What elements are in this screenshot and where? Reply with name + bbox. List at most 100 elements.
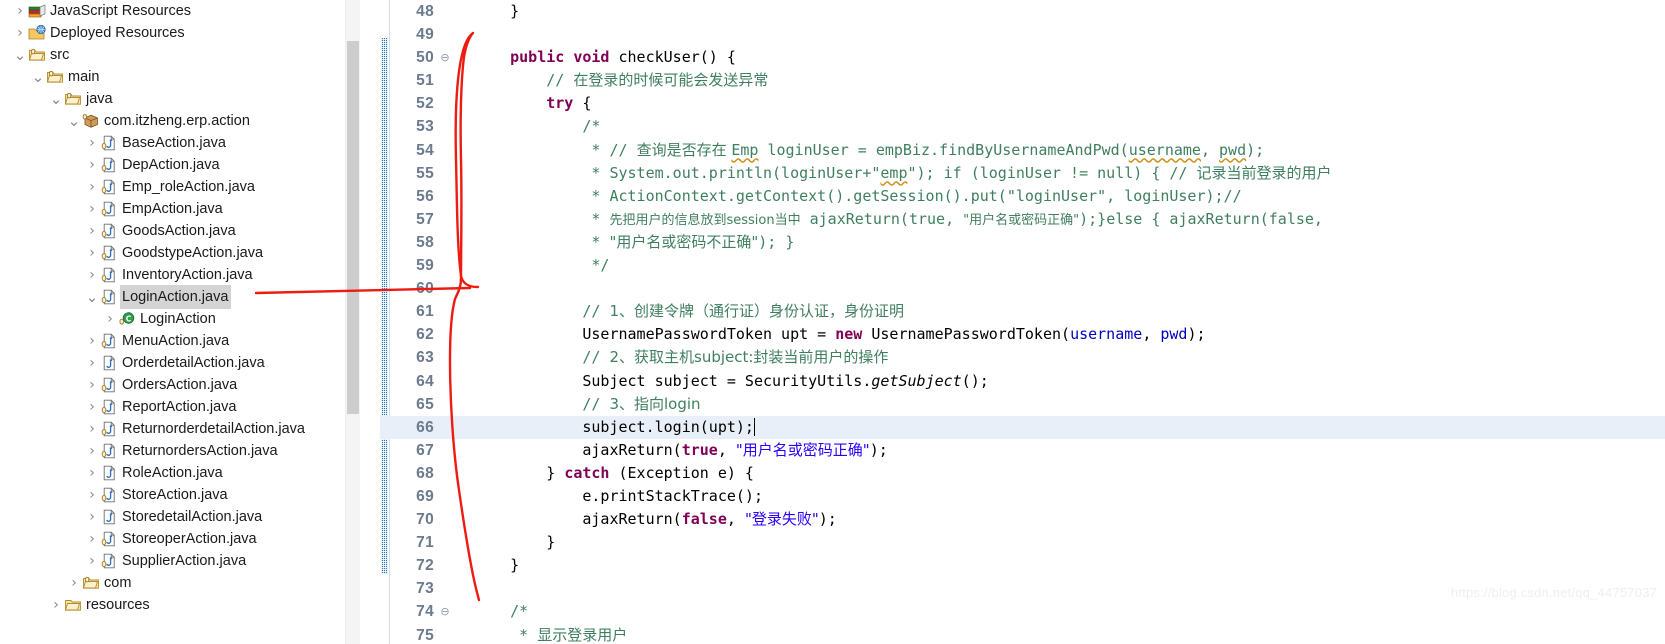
- chevron-down-icon[interactable]: ⌄: [30, 69, 46, 85]
- tree-item-inventoryaction-java[interactable]: › InventoryAction.java: [0, 264, 360, 286]
- chevron-down-icon[interactable]: ⌄: [12, 47, 28, 63]
- chevron-right-icon[interactable]: ›: [102, 308, 118, 330]
- tree-item-returnorderdetailaction-java[interactable]: › ReturnorderdetailAction.java: [0, 418, 360, 440]
- code-line[interactable]: 53 /*: [380, 115, 1665, 138]
- chevron-down-icon[interactable]: ⌄: [66, 113, 82, 129]
- code-line[interactable]: 75 * 显示登录用户: [380, 624, 1665, 644]
- chevron-right-icon[interactable]: ›: [84, 418, 100, 440]
- tree-item-com[interactable]: › com: [0, 572, 360, 594]
- chevron-right-icon[interactable]: ›: [84, 352, 100, 374]
- chevron-right-icon[interactable]: ›: [84, 132, 100, 154]
- code-line[interactable]: 61 // 1、创建令牌（通行证）身份认证，身份证明: [380, 300, 1665, 323]
- code-line[interactable]: 51 // 在登录的时候可能会发送异常: [380, 69, 1665, 92]
- tree-item-returnordersaction-java[interactable]: › ReturnordersAction.java: [0, 440, 360, 462]
- chevron-right-icon[interactable]: ›: [84, 506, 100, 528]
- tree-item-resources[interactable]: › resources: [0, 594, 360, 616]
- code-line[interactable]: 68 } catch (Exception e) {: [380, 462, 1665, 485]
- tree-item-java[interactable]: ⌄ java: [0, 88, 360, 110]
- tree-item-javascript-resources[interactable]: › JavaScript Resources: [0, 0, 360, 22]
- code-line[interactable]: 50 ⊖ public void checkUser() {: [380, 46, 1665, 69]
- chevron-right-icon[interactable]: ›: [84, 264, 100, 286]
- chevron-right-icon[interactable]: ›: [84, 242, 100, 264]
- code-line[interactable]: 49: [380, 23, 1665, 46]
- tree-item-empaction-java[interactable]: › EmpAction.java: [0, 198, 360, 220]
- tree-item-goodstypeaction-java[interactable]: › GoodstypeAction.java: [0, 242, 360, 264]
- code-line[interactable]: 71 }: [380, 531, 1665, 554]
- tree-item-src[interactable]: ⌄ src: [0, 44, 360, 66]
- tree-item-label: SupplierAction.java: [122, 553, 247, 569]
- chevron-right-icon[interactable]: ›: [84, 484, 100, 506]
- package-explorer-tree[interactable]: › JavaScript Resources › Deployed Resources…: [0, 0, 360, 644]
- code-line[interactable]: 64 Subject subject = SecurityUtils.getSu…: [380, 370, 1665, 393]
- tree-item-ordersaction-java[interactable]: › OrdersAction.java: [0, 374, 360, 396]
- code-line[interactable]: 65 // 3、指向login: [380, 393, 1665, 416]
- chevron-right-icon[interactable]: ›: [84, 528, 100, 550]
- code-line[interactable]: 56 * ActionContext.getContext().getSessi…: [380, 185, 1665, 208]
- java-file-plain-icon: [100, 508, 118, 526]
- line-number: 74: [416, 603, 434, 621]
- code-line[interactable]: 70 ajaxReturn(false, "登录失败");: [380, 508, 1665, 531]
- tree-item-loginaction[interactable]: › C LoginAction: [0, 308, 360, 330]
- code-line[interactable]: 60: [380, 277, 1665, 300]
- package-explorer-scrollbar-thumb[interactable]: [347, 41, 359, 414]
- code-line[interactable]: 74 ⊖ /*: [380, 600, 1665, 623]
- code-line[interactable]: 72 }: [380, 554, 1665, 577]
- code-line[interactable]: 59 */: [380, 254, 1665, 277]
- tree-item-reportaction-java[interactable]: › ReportAction.java: [0, 396, 360, 418]
- java-file-icon: [100, 288, 118, 306]
- code-line[interactable]: 48 }: [380, 0, 1665, 23]
- code-line[interactable]: 54 * // 查询是否存在 Emp loginUser = empBiz.fi…: [380, 139, 1665, 162]
- chevron-right-icon[interactable]: ›: [84, 330, 100, 352]
- chevron-right-icon[interactable]: ›: [12, 22, 28, 44]
- line-number: 70: [416, 511, 434, 529]
- tree-item-roleaction-java[interactable]: › RoleAction.java: [0, 462, 360, 484]
- line-number: 69: [416, 487, 434, 505]
- tree-item-storeoperaction-java[interactable]: › StoreoperAction.java: [0, 528, 360, 550]
- tree-item-storeaction-java[interactable]: › StoreAction.java: [0, 484, 360, 506]
- package-explorer-scrollbar[interactable]: [345, 0, 360, 644]
- code-line[interactable]: 55 * System.out.println(loginUser+"emp")…: [380, 162, 1665, 185]
- package-explorer-list[interactable]: › JavaScript Resources › Deployed Resources…: [0, 0, 360, 616]
- source-folder-icon: [46, 68, 64, 86]
- tree-item-menuaction-java[interactable]: › MenuAction.java: [0, 330, 360, 352]
- tree-item-goodsaction-java[interactable]: › GoodsAction.java: [0, 220, 360, 242]
- code-line[interactable]: 63 // 2、获取主机subject:封装当前用户的操作: [380, 346, 1665, 369]
- chevron-right-icon[interactable]: ›: [84, 440, 100, 462]
- chevron-down-icon[interactable]: ⌄: [84, 289, 100, 305]
- tree-item-orderdetailaction-java[interactable]: › OrderdetailAction.java: [0, 352, 360, 374]
- code-line[interactable]: 67 ajaxReturn(true, "用户名或密码正确");: [380, 439, 1665, 462]
- tree-item-emp-roleaction-java[interactable]: › Emp_roleAction.java: [0, 176, 360, 198]
- tree-item-supplieraction-java[interactable]: › SupplierAction.java: [0, 550, 360, 572]
- tree-item-depaction-java[interactable]: › DepAction.java: [0, 154, 360, 176]
- code-fold-icon[interactable]: ⊖: [438, 600, 452, 623]
- chevron-right-icon[interactable]: ›: [84, 198, 100, 220]
- chevron-right-icon[interactable]: ›: [84, 462, 100, 484]
- chevron-right-icon[interactable]: ›: [84, 550, 100, 572]
- tree-item-label: ReportAction.java: [122, 399, 237, 415]
- code-fold-icon[interactable]: ⊖: [438, 46, 452, 69]
- tree-item-main[interactable]: ⌄ main: [0, 66, 360, 88]
- code-line[interactable]: 69 e.printStackTrace();: [380, 485, 1665, 508]
- chevron-right-icon[interactable]: ›: [84, 220, 100, 242]
- line-number: 71: [416, 534, 434, 552]
- code-line[interactable]: 57 * 先把用户的信息放到session当中 ajaxReturn(true,…: [380, 208, 1665, 231]
- editor-code-area[interactable]: 48 } 49 50 ⊖ public void checkUser() {51 //…: [380, 0, 1665, 644]
- code-line[interactable]: 66 subject.login(upt);: [380, 415, 1665, 439]
- tree-item-deployed-resources[interactable]: › Deployed Resources: [0, 22, 360, 44]
- chevron-down-icon[interactable]: ⌄: [48, 91, 64, 107]
- tree-item-baseaction-java[interactable]: › BaseAction.java: [0, 132, 360, 154]
- tree-item-storedetailaction-java[interactable]: › StoredetailAction.java: [0, 506, 360, 528]
- chevron-right-icon[interactable]: ›: [84, 154, 100, 176]
- java-code-editor[interactable]: 48 } 49 50 ⊖ public void checkUser() {51 //…: [380, 0, 1665, 644]
- chevron-right-icon[interactable]: ›: [12, 0, 28, 22]
- code-line[interactable]: 58 * "用户名或密码不正确"); }: [380, 231, 1665, 254]
- chevron-right-icon[interactable]: ›: [66, 572, 82, 594]
- chevron-right-icon[interactable]: ›: [84, 176, 100, 198]
- chevron-right-icon[interactable]: ›: [84, 374, 100, 396]
- code-line[interactable]: 62 UsernamePasswordToken upt = new Usern…: [380, 323, 1665, 346]
- chevron-right-icon[interactable]: ›: [84, 396, 100, 418]
- tree-item-com-itzheng-erp-action[interactable]: ⌄ com.itzheng.erp.action: [0, 110, 360, 132]
- code-line[interactable]: 52 try {: [380, 92, 1665, 115]
- chevron-right-icon[interactable]: ›: [48, 594, 64, 616]
- tree-item-loginaction-java[interactable]: ⌄ LoginAction.java: [0, 285, 360, 309]
